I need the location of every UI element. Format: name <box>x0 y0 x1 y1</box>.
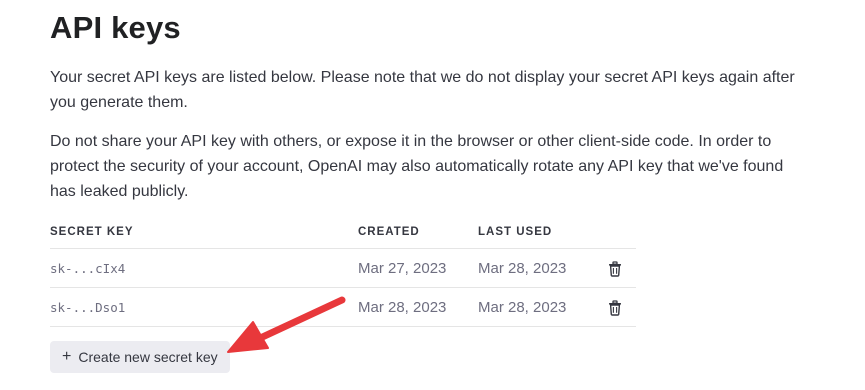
annotation-arrow-icon <box>227 296 346 353</box>
